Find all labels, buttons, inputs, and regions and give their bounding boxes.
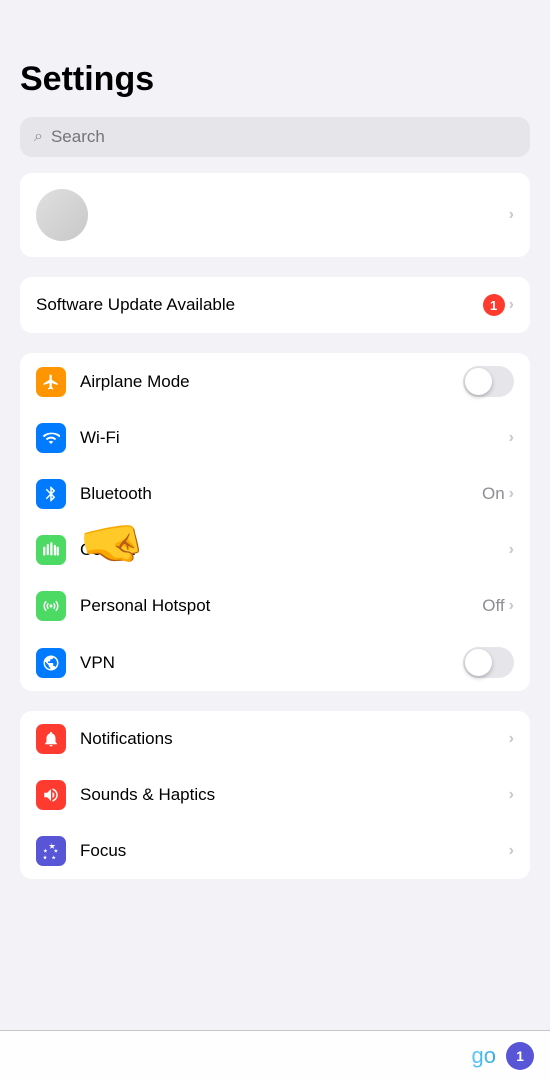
focus-label: Focus [80, 841, 509, 861]
wifi-icon [42, 429, 60, 447]
bluetooth-label: Bluetooth [80, 484, 482, 504]
search-icon: ⌕ [34, 128, 43, 146]
focus-icon [42, 842, 60, 860]
system-section: Notifications › Sounds & Haptics › Focus… [20, 711, 530, 879]
search-bar-container: ⌕ [0, 109, 550, 173]
cellular-label: Cellular [80, 540, 509, 560]
sounds-icon-wrapper [36, 780, 66, 810]
hotspot-icon-wrapper [36, 591, 66, 621]
bluetooth-right: On › [482, 484, 514, 504]
go-badge: 1 [506, 1042, 534, 1070]
hotspot-icon [42, 597, 60, 615]
vpn-label: VPN [80, 653, 463, 673]
hotspot-right: Off › [482, 596, 514, 616]
notifications-row[interactable]: Notifications › [20, 711, 530, 767]
hotspot-chevron: › [509, 597, 514, 615]
bluetooth-icon [42, 485, 60, 503]
notifications-label: Notifications [80, 729, 509, 749]
software-update-section: Software Update Available 1 › [20, 277, 530, 333]
search-bar[interactable]: ⌕ [20, 117, 530, 157]
software-update-badge: 1 [483, 294, 505, 316]
wifi-icon-wrapper [36, 423, 66, 453]
cellular-right: › [509, 541, 514, 559]
sounds-icon [42, 786, 60, 804]
cellular-row[interactable]: Cellular › 🤜 [20, 522, 530, 578]
cellular-chevron: › [509, 541, 514, 559]
bluetooth-chevron: › [509, 485, 514, 503]
bluetooth-row[interactable]: Bluetooth On › [20, 466, 530, 522]
network-section: Airplane Mode Wi-Fi › Bluetooth On › [20, 353, 530, 691]
airplane-icon [42, 373, 60, 391]
software-update-label: Software Update Available [36, 295, 483, 315]
airplane-mode-icon-wrapper [36, 367, 66, 397]
page-title: Settings [0, 0, 550, 109]
personal-hotspot-row[interactable]: Personal Hotspot Off › [20, 578, 530, 634]
profile-chevron: › [509, 206, 514, 224]
personal-hotspot-label: Personal Hotspot [80, 596, 482, 616]
notifications-icon [42, 730, 60, 748]
notifications-icon-wrapper [36, 724, 66, 754]
notifications-right: › [509, 730, 514, 748]
go-text: go [472, 1043, 496, 1069]
sounds-chevron: › [509, 786, 514, 804]
avatar [36, 189, 88, 241]
hotspot-status: Off [482, 596, 504, 616]
search-input[interactable] [51, 127, 516, 147]
sounds-right: › [509, 786, 514, 804]
vpn-icon [42, 654, 60, 672]
airplane-mode-label: Airplane Mode [80, 372, 463, 392]
airplane-mode-row[interactable]: Airplane Mode [20, 353, 530, 410]
software-update-chevron: › [509, 296, 514, 314]
cellular-icon-wrapper [36, 535, 66, 565]
vpn-row[interactable]: VPN [20, 634, 530, 691]
wifi-chevron: › [509, 429, 514, 447]
focus-icon-wrapper [36, 836, 66, 866]
focus-chevron: › [509, 842, 514, 860]
wifi-label: Wi-Fi [80, 428, 509, 448]
wifi-row[interactable]: Wi-Fi › [20, 410, 530, 466]
airplane-mode-toggle[interactable] [463, 366, 514, 397]
cellular-icon [42, 541, 60, 559]
profile-row[interactable]: › [20, 173, 530, 257]
bottom-bar: go 1 [0, 1030, 550, 1080]
bluetooth-status: On [482, 484, 505, 504]
vpn-icon-wrapper [36, 648, 66, 678]
profile-section: › [20, 173, 530, 257]
software-update-row[interactable]: Software Update Available 1 › [20, 277, 530, 333]
sounds-haptics-row[interactable]: Sounds & Haptics › [20, 767, 530, 823]
vpn-toggle[interactable] [463, 647, 514, 678]
wifi-right: › [509, 429, 514, 447]
sounds-haptics-label: Sounds & Haptics [80, 785, 509, 805]
software-update-right: 1 › [483, 294, 514, 316]
notifications-chevron: › [509, 730, 514, 748]
focus-right: › [509, 842, 514, 860]
bluetooth-icon-wrapper [36, 479, 66, 509]
focus-row[interactable]: Focus › [20, 823, 530, 879]
